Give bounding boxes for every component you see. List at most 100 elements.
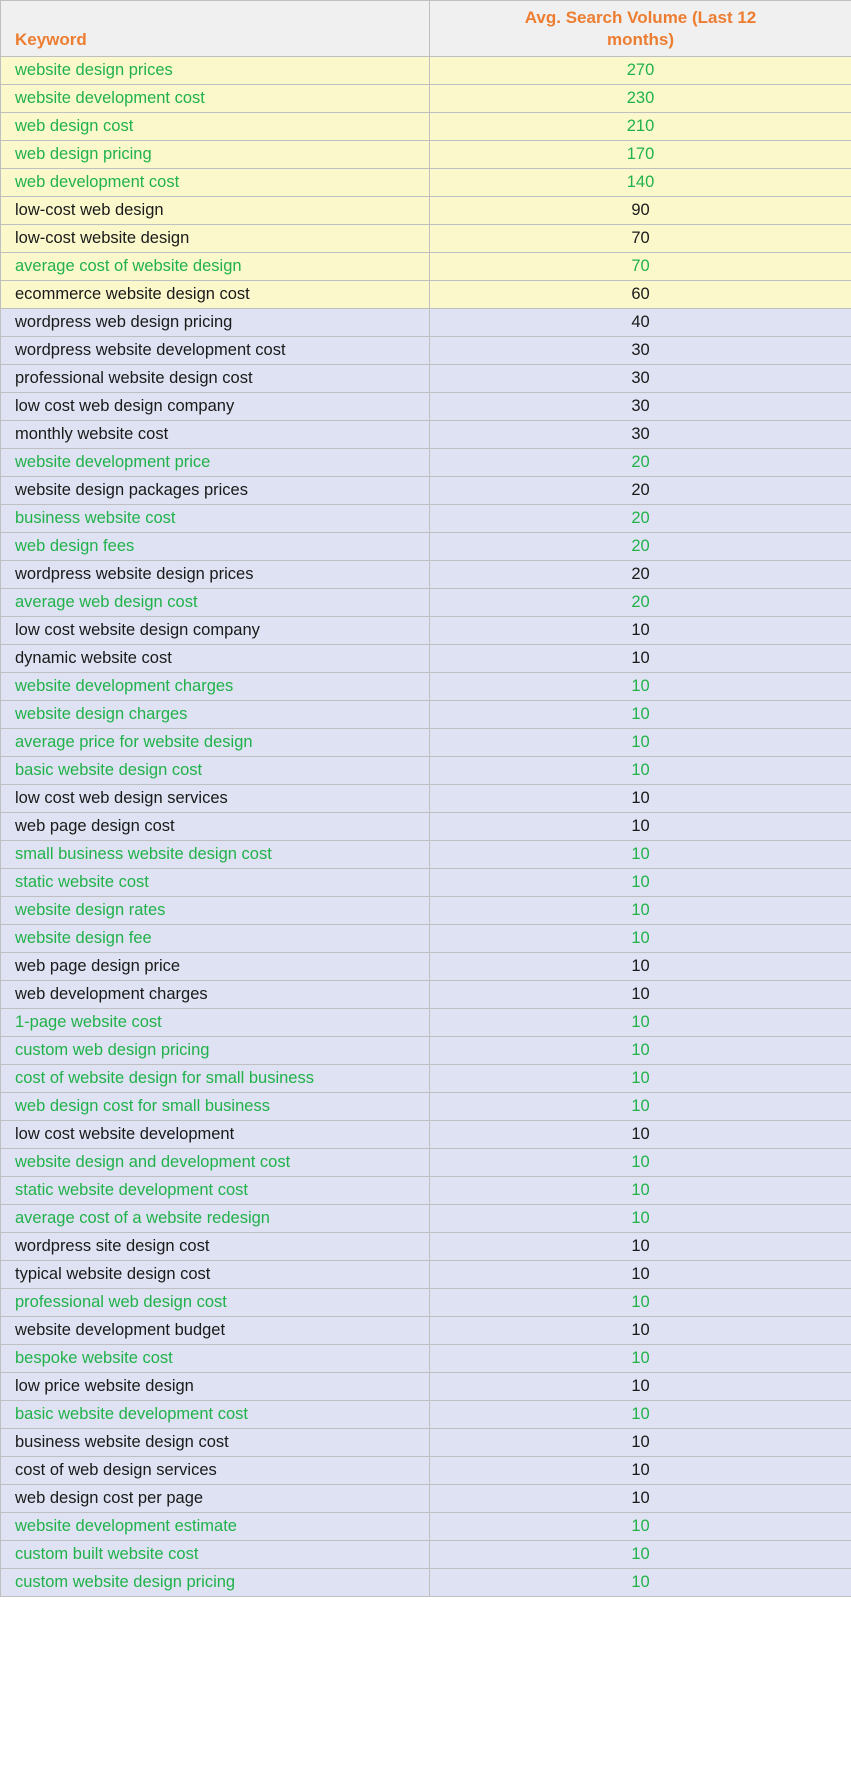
cell-keyword: website development budget	[0, 1316, 430, 1345]
cell-avg-search-volume: 10	[429, 644, 851, 673]
cell-keyword: wordpress website design prices	[0, 560, 430, 589]
table-row: low cost web design company 30	[0, 392, 851, 421]
cell-avg-search-volume: 10	[429, 1092, 851, 1121]
cell-avg-search-volume: 10	[429, 1316, 851, 1345]
cell-keyword: website design fee	[0, 924, 430, 953]
cell-avg-search-volume: 10	[429, 952, 851, 981]
cell-keyword: low-cost website design	[0, 224, 430, 253]
cell-keyword: web development charges	[0, 980, 430, 1009]
cell-keyword: average cost of a website redesign	[0, 1204, 430, 1233]
keyword-search-volume-table: Keyword Avg. Search Volume (Last 12 mont…	[0, 0, 851, 1597]
cell-avg-search-volume: 10	[429, 1204, 851, 1233]
cell-avg-search-volume: 70	[429, 252, 851, 281]
cell-avg-search-volume: 10	[429, 1008, 851, 1037]
cell-keyword: low price website design	[0, 1372, 430, 1401]
cell-keyword: low cost web design company	[0, 392, 430, 421]
cell-avg-search-volume: 10	[429, 1400, 851, 1429]
cell-keyword: website design charges	[0, 700, 430, 729]
table-row: web design cost 210	[0, 112, 851, 141]
cell-avg-search-volume: 10	[429, 1260, 851, 1289]
cell-keyword: average web design cost	[0, 588, 430, 617]
table-row: static website cost 10	[0, 868, 851, 897]
cell-avg-search-volume: 10	[429, 756, 851, 785]
cell-avg-search-volume: 210	[429, 112, 851, 141]
cell-avg-search-volume: 10	[429, 700, 851, 729]
cell-avg-search-volume: 10	[429, 1232, 851, 1261]
cell-avg-search-volume: 20	[429, 588, 851, 617]
table-row: web page design price 10	[0, 952, 851, 981]
table-row: low cost web design services 10	[0, 784, 851, 813]
cell-avg-search-volume: 230	[429, 84, 851, 113]
table-row: website design charges 10	[0, 700, 851, 729]
table-row: website design packages prices 20	[0, 476, 851, 505]
cell-avg-search-volume: 30	[429, 336, 851, 365]
cell-keyword: bespoke website cost	[0, 1344, 430, 1373]
cell-keyword: static website cost	[0, 868, 430, 897]
table-row: web design cost per page 10	[0, 1484, 851, 1513]
cell-avg-search-volume: 10	[429, 784, 851, 813]
table-row: average price for website design 10	[0, 728, 851, 757]
table-row: professional website design cost 30	[0, 364, 851, 393]
cell-avg-search-volume: 10	[429, 1036, 851, 1065]
table-row: website development budget 10	[0, 1316, 851, 1345]
table-row: typical website design cost 10	[0, 1260, 851, 1289]
cell-avg-search-volume: 20	[429, 448, 851, 477]
cell-keyword: basic website design cost	[0, 756, 430, 785]
table-row: web design cost for small business 10	[0, 1092, 851, 1121]
table-row: bespoke website cost 10	[0, 1344, 851, 1373]
cell-keyword: basic website development cost	[0, 1400, 430, 1429]
cell-avg-search-volume: 10	[429, 868, 851, 897]
cell-avg-search-volume: 10	[429, 1344, 851, 1373]
cell-avg-search-volume: 10	[429, 1512, 851, 1541]
table-row: wordpress website development cost 30	[0, 336, 851, 365]
table-row: website development charges 10	[0, 672, 851, 701]
table-row: website development cost 230	[0, 84, 851, 113]
cell-keyword: custom website design pricing	[0, 1568, 430, 1597]
table-row: dynamic website cost 10	[0, 644, 851, 673]
cell-keyword: professional website design cost	[0, 364, 430, 393]
table-row: basic website development cost 10	[0, 1400, 851, 1429]
cell-keyword: website design prices	[0, 56, 430, 85]
cell-avg-search-volume: 10	[429, 896, 851, 925]
cell-avg-search-volume: 20	[429, 476, 851, 505]
table-row: static website development cost 10	[0, 1176, 851, 1205]
cell-avg-search-volume: 10	[429, 1064, 851, 1093]
cell-avg-search-volume: 10	[429, 1568, 851, 1597]
table-row: website design prices 270	[0, 56, 851, 85]
table-row: business website design cost 10	[0, 1428, 851, 1457]
cell-avg-search-volume: 10	[429, 812, 851, 841]
cell-keyword: dynamic website cost	[0, 644, 430, 673]
cell-avg-search-volume: 10	[429, 728, 851, 757]
cell-avg-search-volume: 10	[429, 1372, 851, 1401]
table-row: average cost of website design 70	[0, 252, 851, 281]
cell-avg-search-volume: 40	[429, 308, 851, 337]
cell-keyword: business website cost	[0, 504, 430, 533]
table-row: small business website design cost 10	[0, 840, 851, 869]
cell-keyword: custom web design pricing	[0, 1036, 430, 1065]
cell-keyword: low cost website design company	[0, 616, 430, 645]
cell-avg-search-volume: 10	[429, 1288, 851, 1317]
cell-avg-search-volume: 20	[429, 504, 851, 533]
table-row: 1-page website cost 10	[0, 1008, 851, 1037]
table-row: web design fees 20	[0, 532, 851, 561]
cell-keyword: ecommerce website design cost	[0, 280, 430, 309]
cell-avg-search-volume: 10	[429, 1456, 851, 1485]
table-row: average web design cost 20	[0, 588, 851, 617]
table-row: professional web design cost 10	[0, 1288, 851, 1317]
cell-keyword: web design cost for small business	[0, 1092, 430, 1121]
cell-avg-search-volume: 10	[429, 672, 851, 701]
table-row: website design fee 10	[0, 924, 851, 953]
cell-avg-search-volume: 20	[429, 532, 851, 561]
cell-avg-search-volume: 10	[429, 1540, 851, 1569]
cell-keyword: small business website design cost	[0, 840, 430, 869]
cell-keyword: low cost website development	[0, 1120, 430, 1149]
cell-avg-search-volume: 10	[429, 1148, 851, 1177]
cell-keyword: average cost of website design	[0, 252, 430, 281]
cell-avg-search-volume: 10	[429, 616, 851, 645]
table-row: custom built website cost 10	[0, 1540, 851, 1569]
cell-keyword: web design cost per page	[0, 1484, 430, 1513]
table-row: monthly website cost 30	[0, 420, 851, 449]
column-header-keyword: Keyword	[0, 0, 430, 57]
cell-avg-search-volume: 90	[429, 196, 851, 225]
cell-keyword: web design fees	[0, 532, 430, 561]
